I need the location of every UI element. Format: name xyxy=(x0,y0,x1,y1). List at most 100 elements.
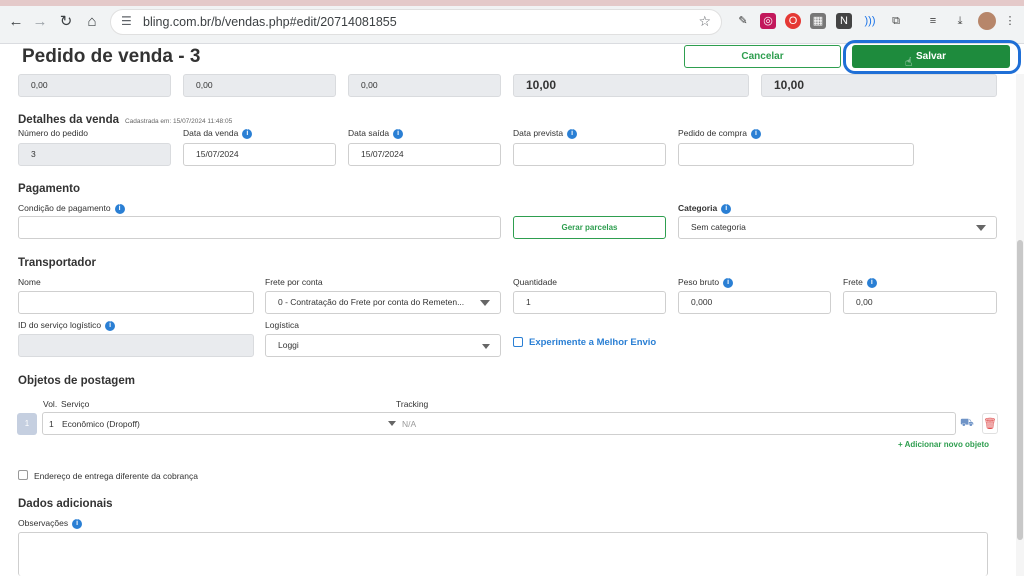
profile-avatar[interactable] xyxy=(978,12,996,30)
browser-chrome: ← → ↻ ⌂ ☰ bling.com.br/b/vendas.php#edit… xyxy=(0,0,1024,44)
delivery-address-checkbox[interactable] xyxy=(18,470,28,480)
quantidade-field[interactable]: 1 xyxy=(513,291,666,314)
site-info-icon[interactable]: ☰ xyxy=(121,14,132,28)
data-saida-field[interactable]: 15/07/2024 xyxy=(348,143,501,166)
info-icon[interactable]: i xyxy=(114,203,125,214)
info-icon[interactable]: i xyxy=(751,128,761,139)
categoria-select[interactable]: Sem categoria xyxy=(678,216,997,239)
forward-icon[interactable]: → xyxy=(30,12,50,32)
pedido-compra-field[interactable] xyxy=(678,143,914,166)
puzzle-extensions-icon[interactable]: ⧉ xyxy=(888,13,904,29)
melhor-envio-link[interactable]: Experimente a Melhor Envio xyxy=(513,337,656,348)
pedido-compra-label-wrap: Pedido de compra i xyxy=(678,128,761,139)
peso-bruto-label: Peso bruto xyxy=(678,277,720,287)
frete-conta-select[interactable]: 0 - Contratação do Frete por conta do Re… xyxy=(265,291,501,314)
truck-icon[interactable]: ⛟ xyxy=(960,417,976,429)
logistica-value: Loggi xyxy=(278,340,299,350)
frete-conta-value: 0 - Contratação do Frete por conta do Re… xyxy=(278,297,465,307)
melhor-envio-label: Experimente a Melhor Envio xyxy=(529,337,657,348)
volume-badge: 1 xyxy=(17,413,37,435)
categoria-label-wrap: Categoria i xyxy=(678,203,732,214)
reading-list-icon[interactable]: ≡ xyxy=(925,13,941,29)
grid-extension-icon[interactable]: ▦ xyxy=(810,13,826,29)
delivery-address-label: Endereço de entrega diferente da cobranç… xyxy=(34,471,198,481)
peso-bruto-label-wrap: Peso bruto i xyxy=(678,277,734,288)
section-detalhes-venda: Detalhes da venda Cadastrada em: 15/07/20… xyxy=(18,114,232,126)
chevron-down-icon xyxy=(976,225,986,231)
total-field-3: 0,00 xyxy=(348,74,501,97)
tracking-header: Tracking xyxy=(396,399,429,409)
data-prevista-field[interactable] xyxy=(513,143,666,166)
frete-label-wrap: Frete i xyxy=(843,277,877,288)
categoria-label: Categoria xyxy=(678,203,718,213)
objeto-servico[interactable]: Econômico (Dropoff) xyxy=(62,419,140,429)
menu-kebab-icon[interactable]: ⋮ xyxy=(1002,13,1018,29)
observacoes-textarea[interactable] xyxy=(18,532,988,576)
save-button[interactable]: Salvar xyxy=(852,45,1010,68)
info-icon[interactable]: i xyxy=(242,128,253,139)
cancel-button[interactable]: Cancelar xyxy=(684,45,841,68)
objeto-row[interactable] xyxy=(42,412,956,435)
nome-field[interactable] xyxy=(18,291,254,314)
info-icon[interactable]: i xyxy=(393,128,404,139)
total-field-2: 0,00 xyxy=(183,74,336,97)
back-icon[interactable]: ← xyxy=(6,12,26,32)
frete-conta-label: Frete por conta xyxy=(265,277,323,287)
data-saida-label: Data saída xyxy=(348,128,390,138)
bookmark-star-icon[interactable]: ☆ xyxy=(698,13,711,30)
frete-field[interactable]: 0,00 xyxy=(843,291,997,314)
observacoes-label-wrap: Observações i xyxy=(18,518,83,529)
download-icon[interactable]: ⤓ xyxy=(952,13,968,29)
camera-extension-icon[interactable]: ◎ xyxy=(760,13,776,29)
registered-date: Cadastrada em: 15/07/2024 11:48:05 xyxy=(124,118,233,125)
info-icon[interactable]: i xyxy=(723,277,734,288)
add-object-link[interactable]: + Adicionar novo objeto xyxy=(898,440,989,449)
frete-label: Frete xyxy=(843,277,863,287)
data-saida-label-wrap: Data saída i xyxy=(348,128,404,139)
numero-pedido-field: 3 xyxy=(18,143,171,166)
vol-header: Vol. xyxy=(43,399,58,409)
tab-strip xyxy=(0,0,1024,6)
objeto-index: 1 xyxy=(49,419,54,429)
categoria-value: Sem categoria xyxy=(691,222,746,232)
info-icon[interactable]: i xyxy=(721,203,732,214)
address-bar[interactable]: ☰ bling.com.br/b/vendas.php#edit/2071408… xyxy=(110,9,722,35)
chevron-down-icon xyxy=(480,300,490,306)
url-text: bling.com.br/b/vendas.php#edit/207140818… xyxy=(143,15,397,29)
peso-bruto-field[interactable]: 0,000 xyxy=(678,291,831,314)
info-icon[interactable]: i xyxy=(866,277,877,288)
pointer-cursor-icon: ☝ xyxy=(905,55,913,69)
info-icon[interactable]: i xyxy=(105,320,116,331)
logistica-select[interactable]: Loggi xyxy=(265,334,501,357)
chevron-down-icon[interactable] xyxy=(388,421,396,426)
opera-extension-icon[interactable]: O xyxy=(785,13,801,29)
home-icon[interactable]: ⌂ xyxy=(82,12,102,32)
objeto-tracking[interactable]: N/A xyxy=(402,419,416,429)
eyedropper-extension-icon[interactable]: ✎ xyxy=(735,13,751,29)
scrollbar-thumb[interactable] xyxy=(1017,240,1023,540)
observacoes-label: Observações xyxy=(18,518,69,528)
id-servico-label-wrap: ID do serviço logístico i xyxy=(18,320,116,331)
data-prevista-label: Data prevista xyxy=(513,128,564,138)
data-venda-field[interactable]: 15/07/2024 xyxy=(183,143,336,166)
wave-extension-icon[interactable]: ))) xyxy=(862,13,878,29)
info-icon[interactable]: i xyxy=(567,128,578,139)
pedido-compra-label: Pedido de compra xyxy=(678,128,747,138)
reload-icon[interactable]: ↻ xyxy=(56,12,76,32)
numero-pedido-label: Número do pedido xyxy=(18,128,88,138)
chevron-down-icon xyxy=(482,344,490,349)
data-venda-label-wrap: Data da venda i xyxy=(183,128,253,139)
id-servico-field xyxy=(18,334,254,357)
page-title: Pedido de venda - 3 xyxy=(22,46,201,67)
data-prevista-label-wrap: Data prevista i xyxy=(513,128,578,139)
section-dados-adicionais: Dados adicionais xyxy=(18,498,113,510)
id-servico-label: ID do serviço logístico xyxy=(18,320,102,330)
notion-extension-icon[interactable]: N xyxy=(836,13,852,29)
gerar-parcelas-button[interactable]: Gerar parcelas xyxy=(513,216,666,239)
section-pagamento: Pagamento xyxy=(18,183,80,195)
section-transportador: Transportador xyxy=(18,257,96,269)
info-icon[interactable]: i xyxy=(72,518,83,529)
condicao-pagamento-field[interactable] xyxy=(18,216,501,239)
quantidade-label: Quantidade xyxy=(513,277,557,287)
trash-icon[interactable]: 🗑 xyxy=(982,413,998,434)
